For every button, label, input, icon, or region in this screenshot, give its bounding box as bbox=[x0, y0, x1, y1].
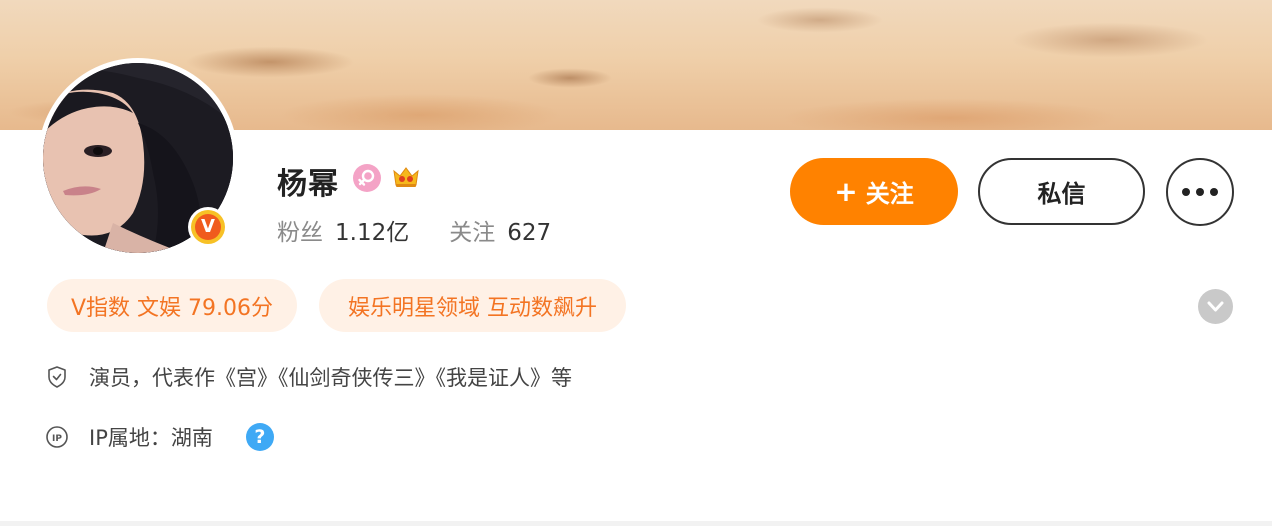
ip-location: IP属地：湖南 bbox=[89, 426, 213, 450]
profile-stats: 粉丝 1.12亿 关注 627 bbox=[277, 213, 551, 247]
shield-check-icon bbox=[48, 366, 66, 388]
profile-name: 杨幂 bbox=[277, 167, 339, 202]
ip-row: IP IP属地：湖南 ? bbox=[45, 422, 274, 452]
verified-letter: V bbox=[195, 214, 221, 240]
plus-icon: + bbox=[834, 175, 858, 208]
more-dots-icon bbox=[1182, 188, 1190, 196]
question-mark-icon[interactable]: ? bbox=[245, 423, 274, 451]
verified-badge: V bbox=[188, 207, 228, 247]
follow-button[interactable]: + 关注 bbox=[790, 158, 958, 225]
bio-row: 演员，代表作《宫》《仙剑奇侠传三》《我是证人》等 bbox=[45, 362, 572, 392]
profile-page: V 杨幂 粉丝 1.12亿 关注 627 + 关注 私信 V指数 文娱 79.0… bbox=[0, 0, 1272, 526]
following-count[interactable]: 627 bbox=[507, 220, 551, 246]
crown-icon bbox=[391, 162, 421, 192]
fans-label: 粉丝 bbox=[277, 220, 323, 246]
v-verified-icon: V bbox=[191, 210, 225, 244]
expand-button[interactable] bbox=[1198, 289, 1233, 324]
tag-v-index-label: V指数 文娱 79.06分 bbox=[70, 295, 274, 321]
ip-icon: IP bbox=[46, 426, 68, 448]
bio-text: 演员，代表作《宫》《仙剑奇侠传三》《我是证人》等 bbox=[89, 366, 572, 390]
fans-count[interactable]: 1.12亿 bbox=[335, 220, 409, 246]
message-button[interactable]: 私信 bbox=[978, 158, 1145, 225]
divider bbox=[0, 521, 1272, 526]
tag-trending-label: 娱乐明星领域 互动数飙升 bbox=[348, 295, 597, 321]
more-button[interactable] bbox=[1166, 158, 1234, 226]
message-label: 私信 bbox=[1037, 180, 1086, 208]
tag-v-index[interactable]: V指数 文娱 79.06分 bbox=[47, 279, 297, 332]
chevron-down-icon bbox=[1207, 301, 1224, 312]
tag-trending[interactable]: 娱乐明星领域 互动数飙升 bbox=[319, 279, 626, 332]
following-label: 关注 bbox=[449, 220, 496, 246]
female-icon bbox=[352, 163, 382, 193]
follow-label: 关注 bbox=[865, 180, 914, 208]
svg-text:IP: IP bbox=[52, 434, 62, 444]
